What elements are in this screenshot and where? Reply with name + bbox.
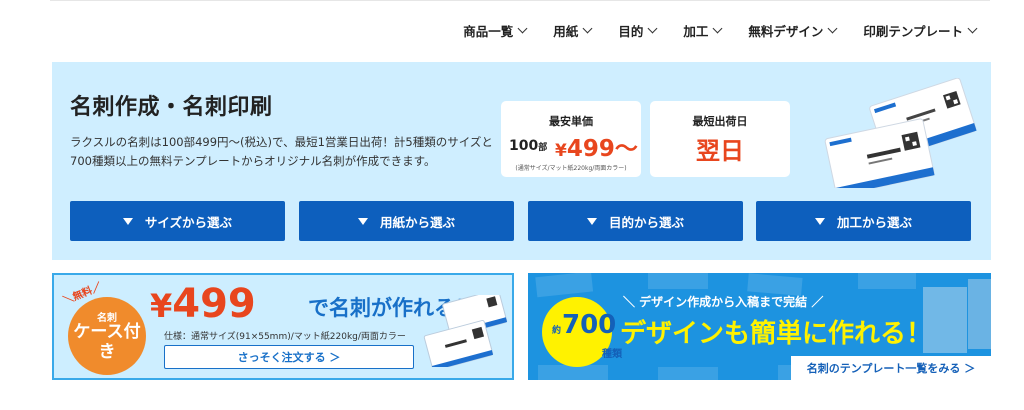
badge-number: 700 (562, 310, 617, 340)
design-headline: デザインも簡単に作れる！ (620, 319, 933, 349)
nav-label: 用紙 (553, 24, 579, 39)
promo-price: ¥499 (150, 279, 256, 331)
button-label: 目的から選ぶ (608, 214, 684, 230)
chevron-down-icon (517, 23, 528, 34)
design-template-promo-banner[interactable]: ＼ デザイン作成から入稿まで完結 ／ 約 700 種類 デザインも簡単に作れる！… (528, 273, 991, 380)
promo-spec: 仕様：通常サイズ(91×55mm)/マット紙220kg/両面カラー (164, 332, 406, 342)
page-title: 名刺作成・名刺印刷 (70, 95, 273, 120)
button-label: 用紙から選ぶ (379, 214, 455, 230)
hero-section: 名刺作成・名刺印刷 ラクスルの名刺は100部499円～(税込)で、最短1営業日出… (52, 62, 991, 260)
shipping-value: 翌日 (696, 137, 744, 165)
nav-item-free-design[interactable]: 無料デザイン (748, 21, 838, 40)
shipping-label: 最短出荷日 (692, 115, 748, 128)
business-card-illustration (423, 295, 508, 367)
card-case-promo-banner[interactable]: 名刺 ケース付き ＼無料／ ¥499 で名刺が作れる！ 仕様：通常サイズ(91×… (52, 273, 514, 380)
select-by-processing-button[interactable]: 加工から選ぶ (756, 201, 971, 241)
price-number: 499～ (566, 136, 638, 162)
nav-item-print-template[interactable]: 印刷テンプレート (863, 21, 978, 40)
nav-item-paper[interactable]: 用紙 (553, 21, 593, 40)
nav-label: 目的 (618, 24, 644, 39)
lowest-price-label: 最安単価 (549, 115, 593, 128)
yen-symbol: ¥ (150, 287, 173, 325)
chevron-down-icon (647, 23, 658, 34)
button-label: サイズから選ぶ (144, 214, 233, 230)
price-note: (通常サイズ/マット紙220kg/両面カラー) (515, 165, 627, 172)
template-count-badge: 約 700 種類 (542, 297, 622, 367)
button-label: 加工から選ぶ (836, 214, 912, 230)
chevron-down-icon (827, 23, 838, 34)
promo-price-number: 499 (172, 281, 256, 327)
badge-line2: ケース付き (73, 322, 141, 362)
design-subheadline: ＼ デザイン作成から入稿まで完結 ／ (623, 295, 824, 309)
quantity-number: 100 (509, 138, 539, 154)
triangle-down-icon (814, 217, 825, 225)
view-templates-button[interactable]: 名刺のテンプレート一覧をみる ＞ (791, 356, 991, 380)
nav-item-products[interactable]: 商品一覧 (463, 21, 528, 40)
header-divider (50, 0, 990, 1)
quantity-unit: 部 (538, 143, 548, 153)
nav-label: 印刷テンプレート (863, 24, 963, 39)
price-quantity: 100部 (509, 138, 547, 154)
hero-description: ラクスルの名刺は100部499円～(税込)で、最短1営業日出荷！計5種類のサイズ… (70, 135, 493, 168)
triangle-down-icon (357, 217, 368, 225)
triangle-down-icon (586, 217, 597, 225)
select-by-paper-button[interactable]: 用紙から選ぶ (299, 201, 514, 241)
select-by-size-button[interactable]: サイズから選ぶ (70, 201, 285, 241)
nav-label: 無料デザイン (748, 24, 824, 39)
nav-label: 商品一覧 (463, 24, 514, 39)
business-card-illustration (824, 78, 977, 188)
triangle-down-icon (122, 217, 133, 225)
chevron-down-icon (712, 23, 723, 34)
main-nav: 商品一覧 用紙 目的 加工 無料デザイン 印刷テンプレート (463, 21, 978, 40)
chevron-down-icon (967, 23, 978, 34)
yen-symbol: ¥ (555, 141, 567, 161)
chevron-down-icon (582, 23, 593, 34)
shortest-shipping-card: 最短出荷日 翌日 (650, 101, 790, 177)
badge-prefix: 約 (552, 326, 562, 336)
nav-label: 加工 (683, 24, 709, 39)
case-included-badge: 名刺 ケース付き (68, 297, 146, 375)
nav-item-purpose[interactable]: 目的 (618, 21, 658, 40)
lowest-price-card: 最安単価 100部 ¥499～ (通常サイズ/マット紙220kg/両面カラー) (501, 101, 641, 177)
price-value: ¥499～ (555, 129, 638, 163)
order-now-button[interactable]: さっそく注文する ＞ (164, 345, 414, 369)
select-by-purpose-button[interactable]: 目的から選ぶ (528, 201, 743, 241)
nav-item-processing[interactable]: 加工 (683, 21, 723, 40)
